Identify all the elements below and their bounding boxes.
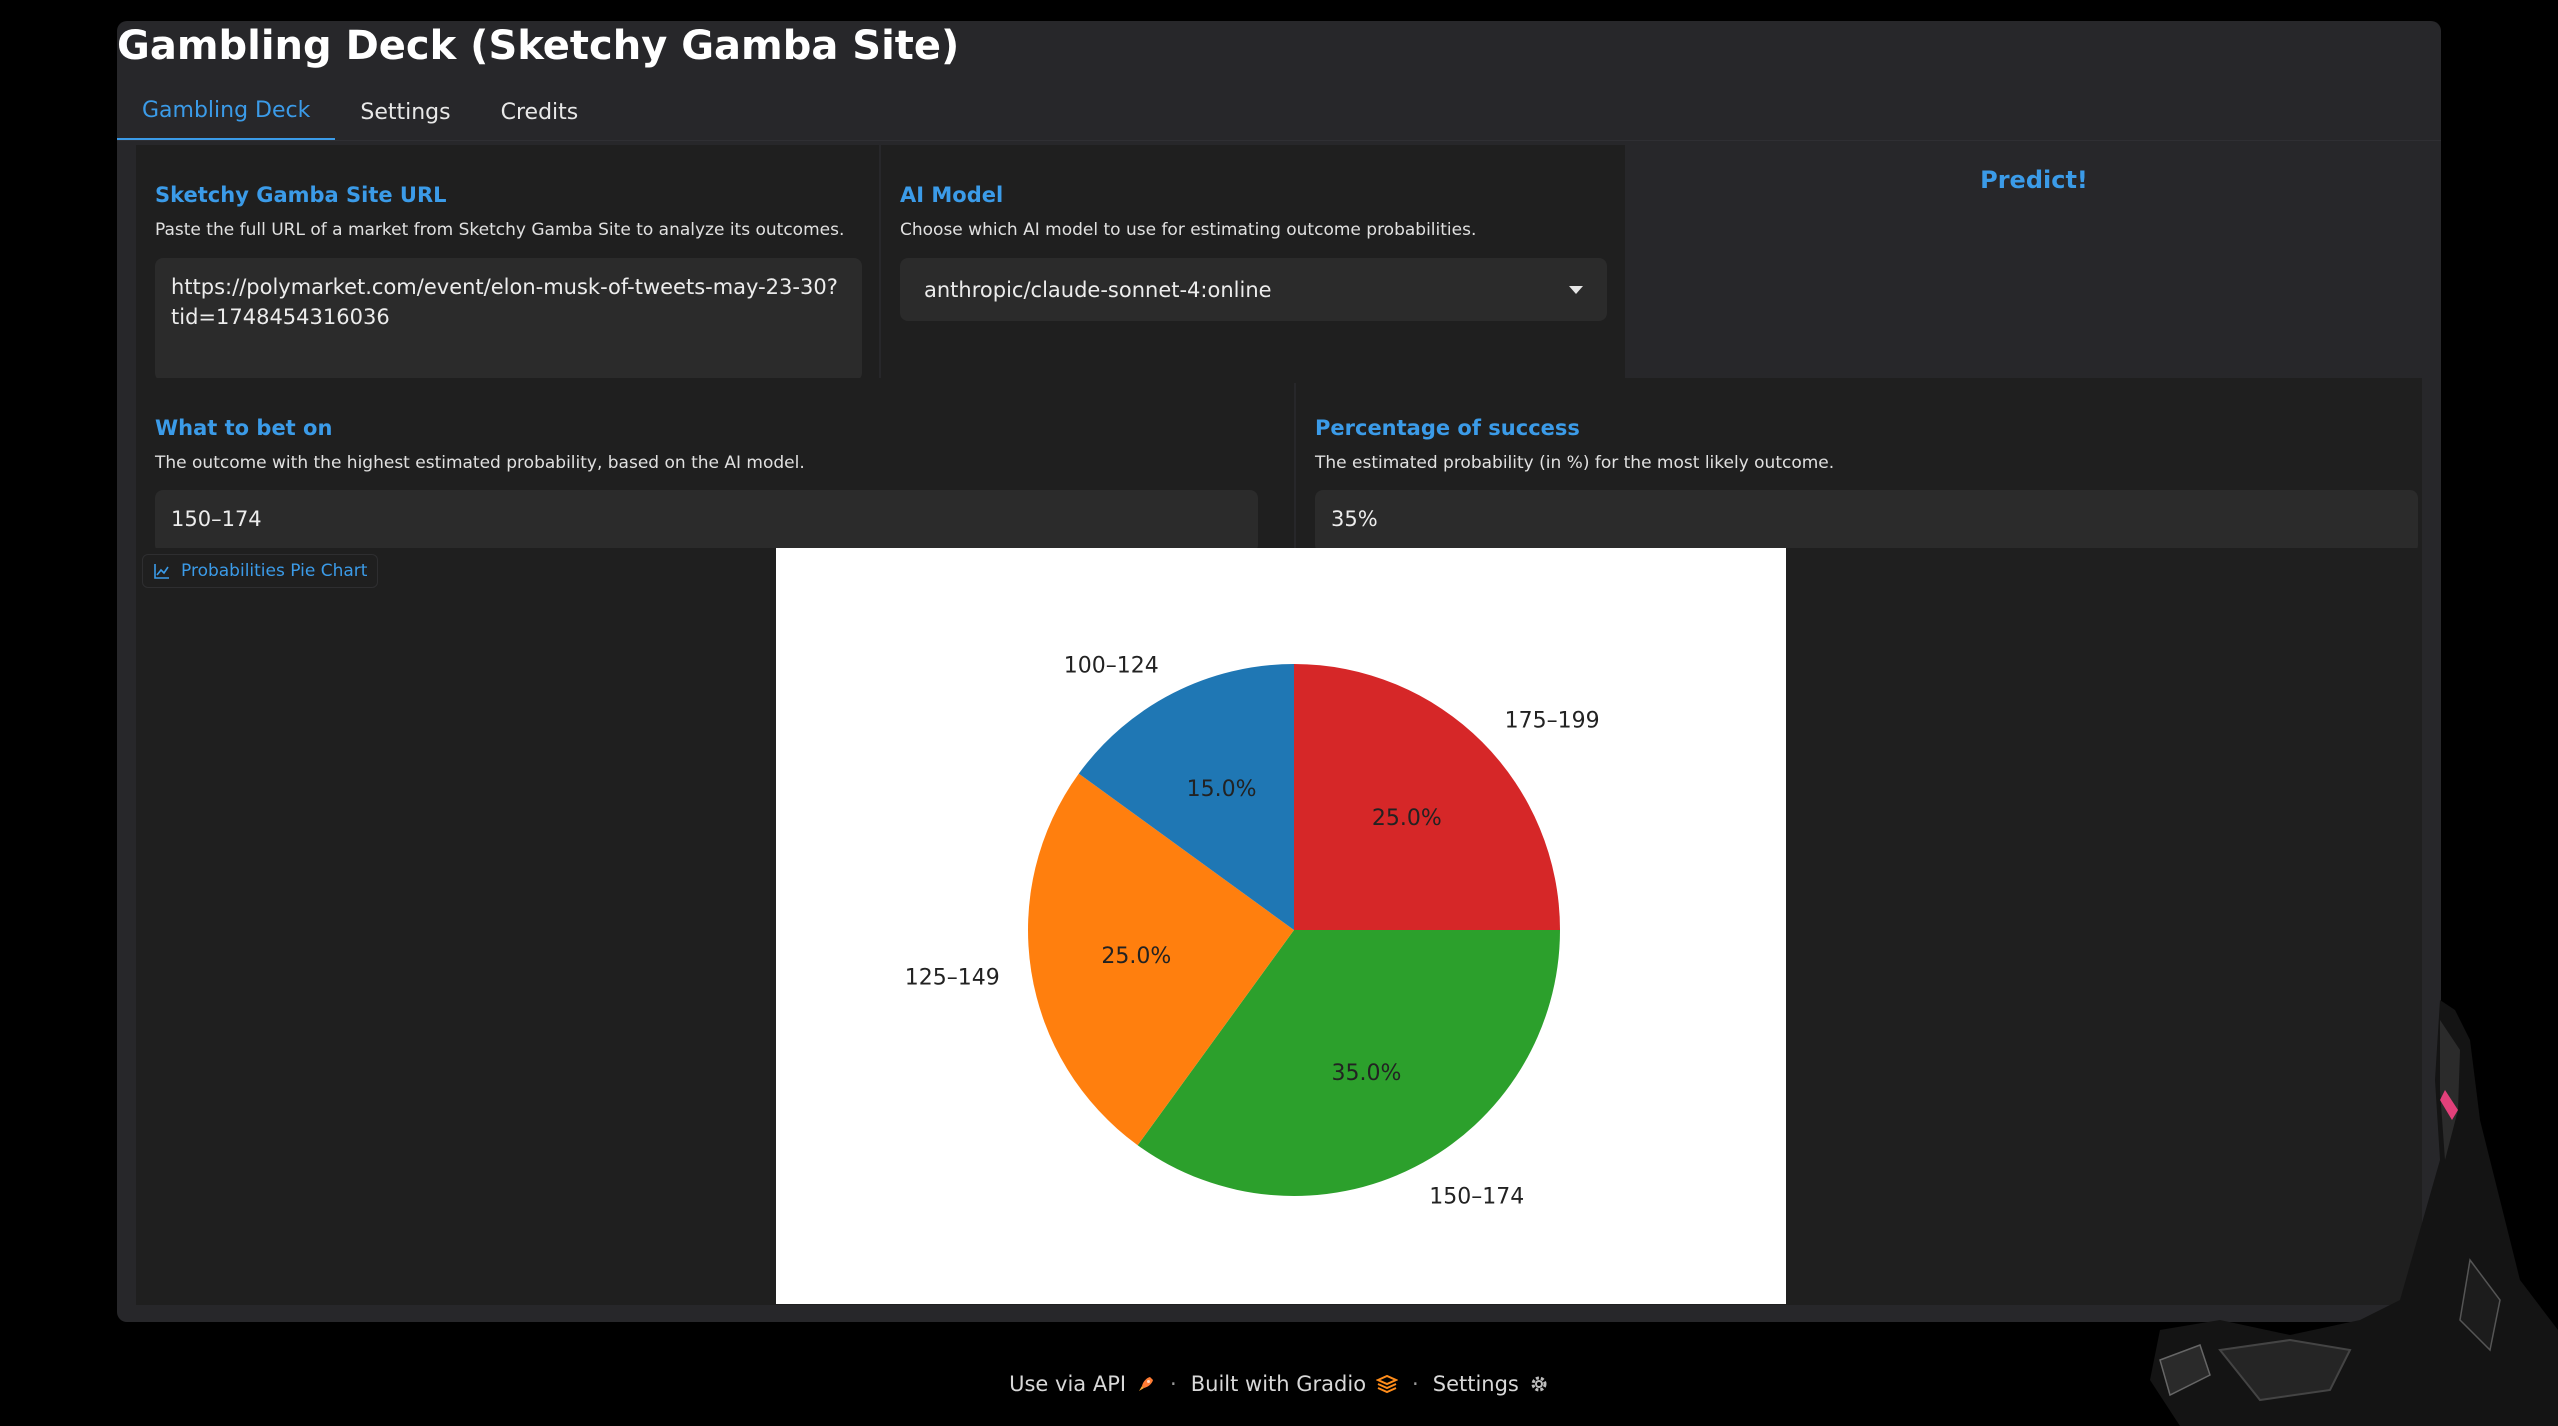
url-input[interactable]: https://polymarket.com/event/elon-musk-o…: [155, 258, 862, 381]
bet-output[interactable]: 150–174: [155, 490, 1258, 553]
bet-info: The outcome with the highest estimated p…: [155, 453, 805, 473]
pie-chart-svg: 25.0% 175–199 35.0% 150–174 25.0% 125–149 15.0…: [905, 654, 1600, 1210]
success-info: The estimated probability (in %) for the…: [1315, 453, 1835, 473]
success-label: Percentage of success: [1315, 416, 1580, 440]
model-label: AI Model: [900, 183, 1004, 207]
footer-separator: ·: [1170, 1372, 1177, 1396]
use-api-link[interactable]: Use via API: [1009, 1372, 1156, 1396]
tab-settings[interactable]: Settings: [335, 83, 475, 141]
character-illustration: [2150, 1000, 2558, 1426]
settings-label: Settings: [1432, 1372, 1519, 1396]
footer-separator: ·: [1412, 1372, 1419, 1396]
success-panel: Percentage of success The estimated prob…: [1296, 378, 2422, 553]
pie-value-label: 15.0%: [1187, 777, 1257, 802]
model-dropdown[interactable]: anthropic/claude-sonnet-4:online: [900, 258, 1607, 321]
pie-category-label: 175–199: [1505, 708, 1600, 733]
model-info: Choose which AI model to use for estimat…: [900, 220, 1477, 240]
settings-link[interactable]: Settings: [1433, 1372, 1549, 1396]
app-container: Gambling Deck (Sketchy Gamba Site) Gambl…: [117, 21, 2441, 1322]
url-info: Paste the full URL of a market from Sket…: [155, 220, 845, 240]
pie-chart: 25.0% 175–199 35.0% 150–174 25.0% 125–149 15.0…: [776, 548, 1786, 1304]
page-title: Gambling Deck (Sketchy Gamba Site): [117, 23, 960, 69]
success-output[interactable]: 35%: [1315, 490, 2418, 553]
tab-credits[interactable]: Credits: [476, 83, 604, 141]
pie-value-label: 25.0%: [1101, 944, 1171, 969]
plot-panel: Probabilities Pie Chart 25.0% 175–199 35.0…: [136, 548, 2422, 1305]
rocket-icon: [1139, 1377, 1154, 1391]
line-chart-icon: [154, 564, 169, 579]
use-api-label: Use via API: [1009, 1372, 1127, 1396]
gear-icon: [1531, 1376, 1547, 1392]
pie-slice-175–199: [1294, 664, 1560, 930]
pie-category-label: 100–124: [1064, 654, 1159, 679]
gradio-link[interactable]: Built with Gradio: [1190, 1372, 1399, 1396]
plot-label: Probabilities Pie Chart: [142, 554, 379, 588]
pie-value-label: 35.0%: [1332, 1061, 1402, 1086]
pie-value-label: 25.0%: [1372, 806, 1442, 831]
pie-category-label: 125–149: [905, 966, 1000, 991]
tab-divider: [117, 140, 2441, 141]
tab-gambling-deck[interactable]: Gambling Deck: [117, 83, 336, 141]
url-label: Sketchy Gamba Site URL: [155, 183, 447, 207]
model-dropdown-value: anthropic/claude-sonnet-4:online: [924, 277, 1272, 302]
tab-bar: Gambling Deck Settings Credits: [117, 83, 603, 141]
model-panel: AI Model Choose which AI model to use fo…: [881, 145, 1625, 383]
pie-category-label: 150–174: [1429, 1184, 1524, 1209]
url-panel: Sketchy Gamba Site URL Paste the full UR…: [136, 145, 879, 383]
bet-panel: What to bet on The outcome with the high…: [136, 378, 1294, 553]
gradio-label: Built with Gradio: [1190, 1372, 1367, 1396]
bet-label: What to bet on: [155, 416, 333, 440]
plot-label-text: Probabilities Pie Chart: [181, 561, 368, 581]
predict-button[interactable]: Predict!: [1627, 145, 2441, 215]
chevron-down-icon: [1569, 285, 1583, 294]
gradio-logo-icon: [1376, 1374, 1399, 1394]
